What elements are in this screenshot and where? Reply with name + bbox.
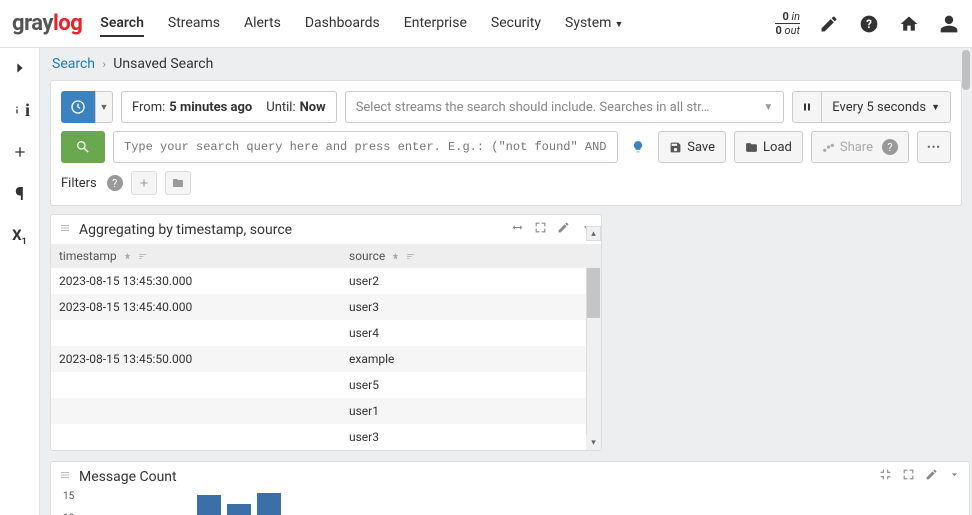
table-row[interactable]: 2023-08-15 13:45:30.000user2 (51, 268, 601, 294)
load-button[interactable]: Load (734, 131, 803, 163)
expand-rail-button[interactable] (8, 56, 32, 80)
chevron-down-icon: ▼ (95, 91, 113, 123)
table-scrollbar[interactable]: ▾ (586, 268, 601, 450)
widget-message-count: Message Count 15 10 (50, 461, 970, 515)
sort-icon (138, 252, 147, 261)
nav-items: Search Streams Alerts Dashboards Enterpr… (100, 11, 623, 37)
logo[interactable]: graylog (12, 11, 82, 36)
chart-bar[interactable] (257, 493, 281, 515)
info-icon[interactable]: i (8, 98, 32, 122)
widget-aggregation: Aggregating by timestamp, source ▴ times… (50, 214, 602, 451)
add-icon[interactable] (8, 140, 32, 164)
logo-part2: log (53, 11, 82, 36)
col-source[interactable]: source (349, 249, 593, 263)
message-count-chart: 15 10 (51, 491, 969, 515)
edit-icon[interactable] (557, 221, 570, 238)
expand-icon[interactable] (902, 468, 915, 485)
nav-alerts[interactable]: Alerts (244, 11, 281, 37)
search-button[interactable] (61, 131, 105, 163)
subscript-icon[interactable]: X1 (8, 224, 32, 248)
help-icon[interactable]: ? (858, 13, 880, 35)
chevron-down-icon: ▼ (931, 102, 940, 113)
throughput[interactable]: 0 in 0 out (775, 10, 800, 37)
breadcrumb: Search › Unsaved Search (40, 48, 972, 80)
sort-icon (406, 252, 415, 261)
timerange-picker[interactable]: ▼ (61, 91, 113, 123)
drag-handle-icon[interactable] (59, 222, 71, 238)
more-button[interactable]: ⋯ (917, 131, 951, 163)
arrows-h-icon[interactable] (511, 221, 524, 238)
table-row[interactable]: user1 (51, 398, 601, 424)
edit-icon[interactable] (925, 468, 938, 485)
filters-label: Filters (61, 176, 97, 191)
help-icon: ? (882, 139, 898, 155)
widget-title: Message Count (79, 469, 871, 485)
pin-icon (123, 252, 132, 261)
table-row[interactable]: 2023-08-15 13:45:50.000example (51, 346, 601, 372)
table-row[interactable]: user4 (51, 320, 601, 346)
search-input[interactable] (113, 131, 618, 163)
compress-icon[interactable] (879, 468, 892, 485)
filter-folder-button[interactable] (165, 171, 191, 195)
table-row[interactable]: user3 (51, 424, 601, 450)
save-button[interactable]: Save (658, 131, 726, 163)
stream-placeholder: Select streams the search should include… (356, 100, 710, 115)
drag-handle-icon[interactable] (59, 469, 71, 485)
help-icon[interactable]: ? (107, 175, 123, 191)
topnav-right: 0 in 0 out ? (775, 10, 960, 37)
aggregation-table: ▴ timestamp source 2023-08-15 13:45:30.0… (51, 244, 601, 450)
svg-text:?: ? (866, 17, 872, 31)
lightbulb-icon[interactable] (626, 131, 650, 163)
home-icon[interactable] (898, 13, 920, 35)
logo-part1: gray (12, 11, 53, 36)
nav-streams[interactable]: Streams (168, 11, 220, 37)
chevron-down-icon[interactable] (948, 468, 961, 485)
chart-bar[interactable] (197, 495, 221, 515)
add-filter-button[interactable] (131, 171, 157, 195)
scroll-up-button[interactable]: ▴ (586, 226, 601, 241)
page-scrollbar[interactable] (962, 50, 970, 90)
top-nav: graylog Search Streams Alerts Dashboards… (0, 0, 972, 48)
left-rail: i ¶ X1 (0, 48, 40, 515)
pause-button[interactable] (792, 91, 822, 123)
chart-bar[interactable] (227, 504, 251, 515)
search-controls: ▼ From:5 minutes ago Until:Now Select st… (50, 80, 962, 206)
nav-enterprise[interactable]: Enterprise (404, 11, 467, 37)
timerange-display[interactable]: From:5 minutes ago Until:Now (121, 91, 337, 123)
y-tick: 15 (63, 491, 74, 502)
refresh-interval-select[interactable]: Every 5 seconds▼ (822, 91, 951, 123)
share-button[interactable]: Share? (811, 131, 909, 163)
nav-search[interactable]: Search (100, 11, 144, 37)
main: Search › Unsaved Search ▼ From:5 minutes… (40, 48, 972, 515)
chevron-down-icon: ▼ (763, 102, 773, 113)
nav-system[interactable]: System▼ (565, 11, 623, 37)
widget-title: Aggregating by timestamp, source (79, 222, 503, 238)
nav-dashboards[interactable]: Dashboards (305, 11, 380, 37)
breadcrumb-current: Unsaved Search (113, 56, 213, 72)
table-row[interactable]: 2023-08-15 13:45:40.000user3 (51, 294, 601, 320)
clock-icon (61, 91, 95, 123)
pin-icon (391, 252, 400, 261)
expand-icon[interactable] (534, 221, 547, 238)
stream-select[interactable]: Select streams the search should include… (345, 91, 785, 123)
chevron-down-icon: ▼ (614, 20, 623, 30)
table-row[interactable]: user5 (51, 372, 601, 398)
scroll-down-button[interactable]: ▾ (586, 435, 601, 450)
breadcrumb-root[interactable]: Search (52, 56, 95, 72)
breadcrumb-separator: › (103, 58, 106, 71)
paragraph-icon[interactable]: ¶ (8, 182, 32, 206)
nav-security[interactable]: Security (491, 11, 541, 37)
edit-icon[interactable] (818, 13, 840, 35)
col-timestamp[interactable]: timestamp (59, 249, 349, 263)
user-icon[interactable] (938, 13, 960, 35)
